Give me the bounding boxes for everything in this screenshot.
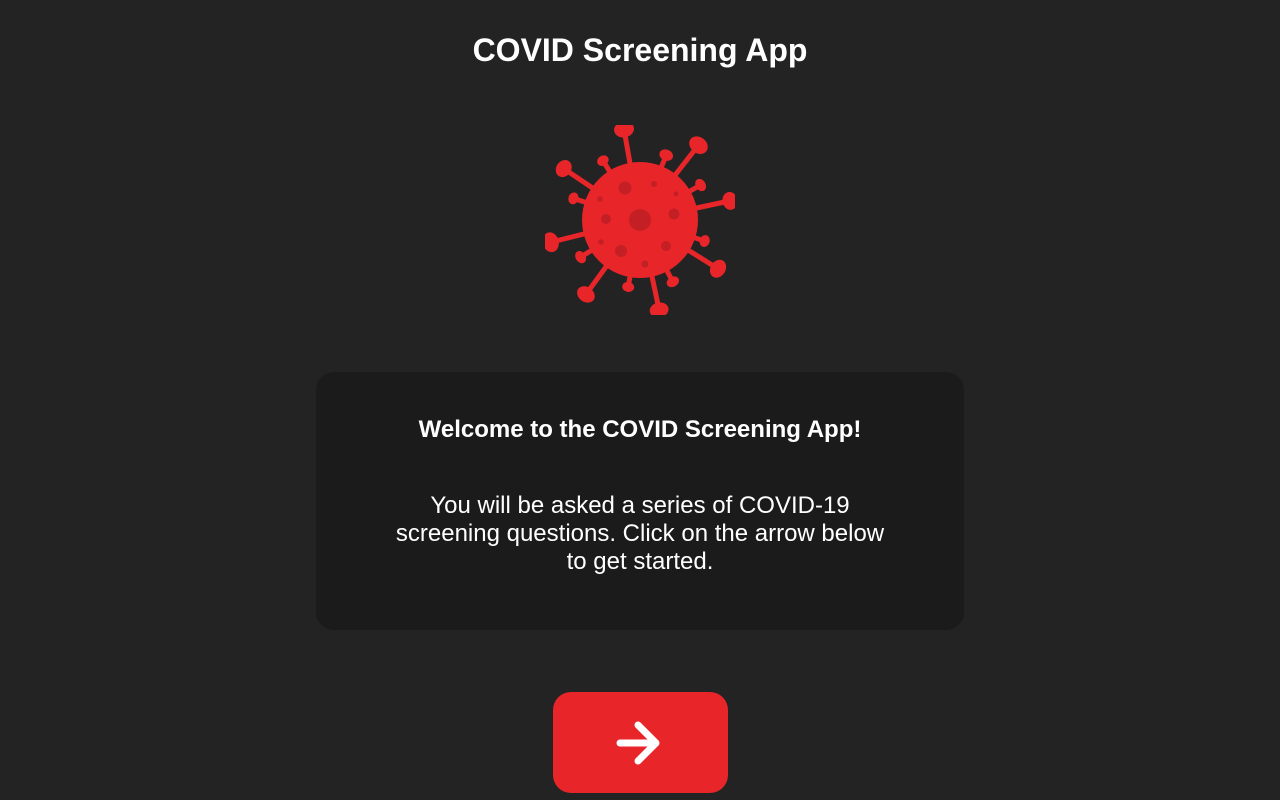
welcome-instructions: You will be asked a series of COVID-19 s… [395,492,885,575]
arrow-right-icon [616,721,660,765]
welcome-heading: Welcome to the COVID Screening App! [418,416,862,443]
page-title: COVID Screening App [472,32,808,68]
screening-welcome-page: COVID Screening App Welcome to the COVID… [0,0,1280,800]
virus-icon [545,125,735,315]
start-button[interactable] [553,692,728,793]
welcome-card: Welcome to the COVID Screening App! You … [316,372,964,630]
